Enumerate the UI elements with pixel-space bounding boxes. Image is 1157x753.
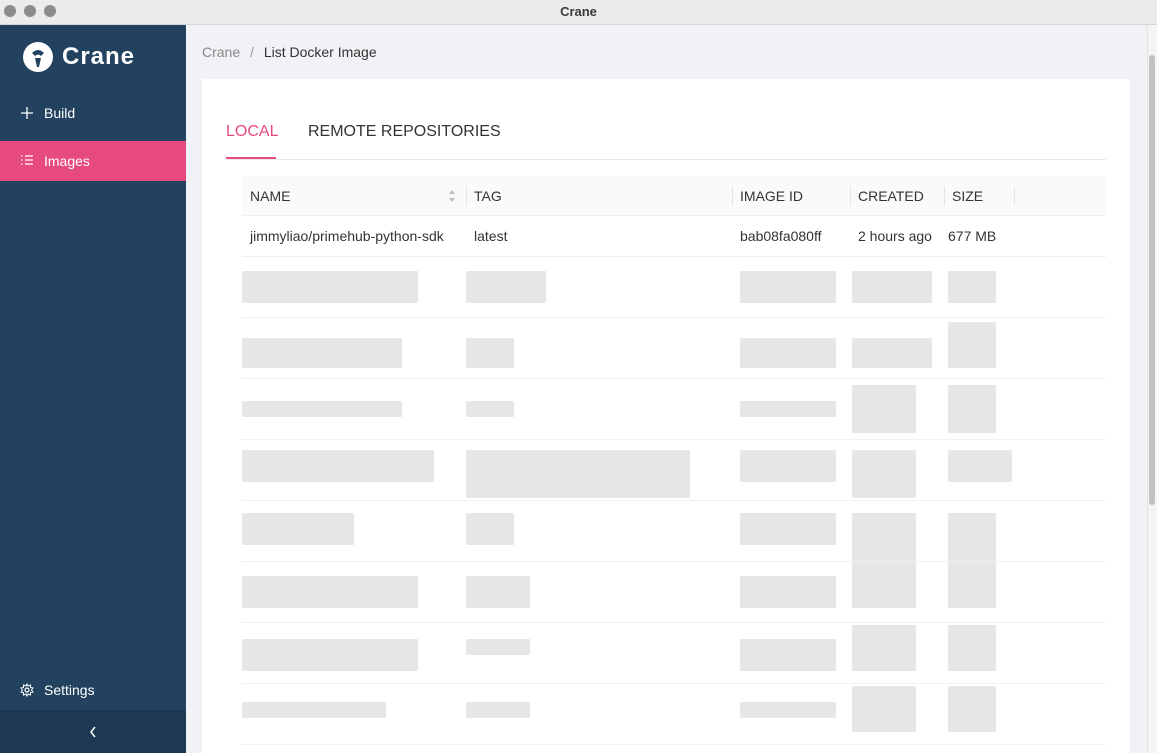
active-tab-indicator [226,157,276,159]
redacted-row [242,684,1106,745]
sort-icon[interactable] [448,189,456,203]
redacted-row [242,257,1106,318]
sidebar-item-build[interactable]: Build [0,93,186,133]
redacted-row [242,379,1106,440]
breadcrumb-separator: / [250,44,254,60]
window-title: Crane [560,4,597,19]
redacted-row [242,440,1106,501]
cell-size: 677 MB [948,228,997,244]
crane-logo-icon [23,42,53,72]
table-row[interactable]: jimmyliao/primehub-python-sdk latest bab… [242,216,1106,257]
gear-icon [20,683,34,697]
cell-image-id: bab08fa080ff [740,228,822,244]
sidebar-item-images[interactable]: Images [0,141,186,181]
main-content: Crane / List Docker Image LOCAL REMOTE R… [186,25,1147,753]
tab-bar: LOCAL REMOTE REPOSITORIES [226,79,1106,160]
sidebar-item-label: Build [44,105,76,121]
app-name: Crane [62,43,136,70]
column-header-created: CREATED [858,188,924,204]
column-header-image-id: IMAGE ID [740,188,804,204]
cell-created: 2 hours ago [858,228,932,244]
cell-tag: latest [474,228,508,244]
redacted-row [242,562,1106,623]
images-card: LOCAL REMOTE REPOSITORIES NAME TAG IMAGE… [202,79,1130,753]
sidebar-item-label: Settings [44,682,95,698]
redacted-row [242,623,1106,684]
column-header-name[interactable]: NAME [242,176,290,216]
scrollbar-thumb[interactable] [1149,55,1155,505]
column-header-tag: TAG [474,188,502,204]
breadcrumb: Crane / List Docker Image [202,44,377,60]
table-header: NAME TAG IMAGE ID CREATED SIZE [242,176,1106,216]
sidebar-item-label: Images [44,153,90,169]
column-divider [1014,186,1015,206]
redacted-row [242,318,1106,379]
column-header-size: SIZE [952,188,984,204]
chevron-left-icon [90,726,96,737]
images-table: NAME TAG IMAGE ID CREATED SIZE jimmyliao… [242,176,1106,745]
plus-icon [21,107,33,119]
breadcrumb-root-link[interactable]: Crane [202,44,240,60]
sidebar: Crane Build Images Settings [0,25,186,753]
sidebar-item-settings[interactable]: Settings [0,670,186,710]
window-titlebar: Crane [0,0,1157,25]
tab-remote-repositories[interactable]: REMOTE REPOSITORIES [308,123,501,141]
list-icon [21,155,33,165]
redacted-row [242,501,1106,562]
collapse-sidebar-button[interactable] [0,710,186,753]
breadcrumb-current: List Docker Image [263,44,377,60]
cell-name: jimmyliao/primehub-python-sdk [250,228,444,244]
tab-local[interactable]: LOCAL [226,123,278,141]
vertical-scrollbar[interactable] [1147,25,1157,753]
app-logo: Crane [22,41,135,73]
